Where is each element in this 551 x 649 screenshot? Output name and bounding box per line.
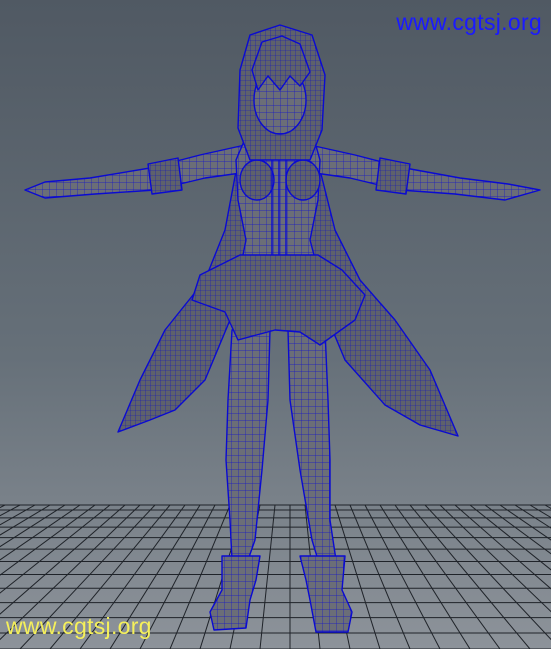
chest-left bbox=[239, 159, 275, 201]
grid-line bbox=[364, 504, 441, 649]
viewport-scene[interactable] bbox=[0, 0, 551, 649]
grid-line bbox=[484, 504, 551, 555]
grid-line bbox=[499, 504, 551, 541]
grid-line bbox=[379, 504, 471, 649]
left-leg bbox=[225, 329, 271, 561]
chest-right bbox=[285, 159, 321, 201]
grid-line bbox=[469, 504, 551, 571]
left-arm bbox=[24, 144, 249, 199]
grid-line bbox=[409, 504, 531, 649]
grid-line bbox=[514, 504, 551, 529]
grid-line bbox=[394, 504, 501, 649]
right-leg bbox=[287, 329, 337, 561]
right-arm bbox=[307, 144, 541, 201]
watermark-bottom: www.cgtsj.org bbox=[6, 613, 152, 639]
right-boot bbox=[299, 555, 353, 633]
right-cuff bbox=[375, 157, 411, 195]
watermark-top: www.cgtsj.org bbox=[396, 9, 542, 35]
3d-viewport[interactable]: www.cgtsj.org www.cgtsj.org bbox=[0, 0, 551, 649]
grid-line bbox=[349, 504, 411, 649]
grid-line bbox=[0, 504, 6, 509]
grid-line bbox=[259, 504, 276, 649]
left-cuff bbox=[147, 157, 183, 195]
